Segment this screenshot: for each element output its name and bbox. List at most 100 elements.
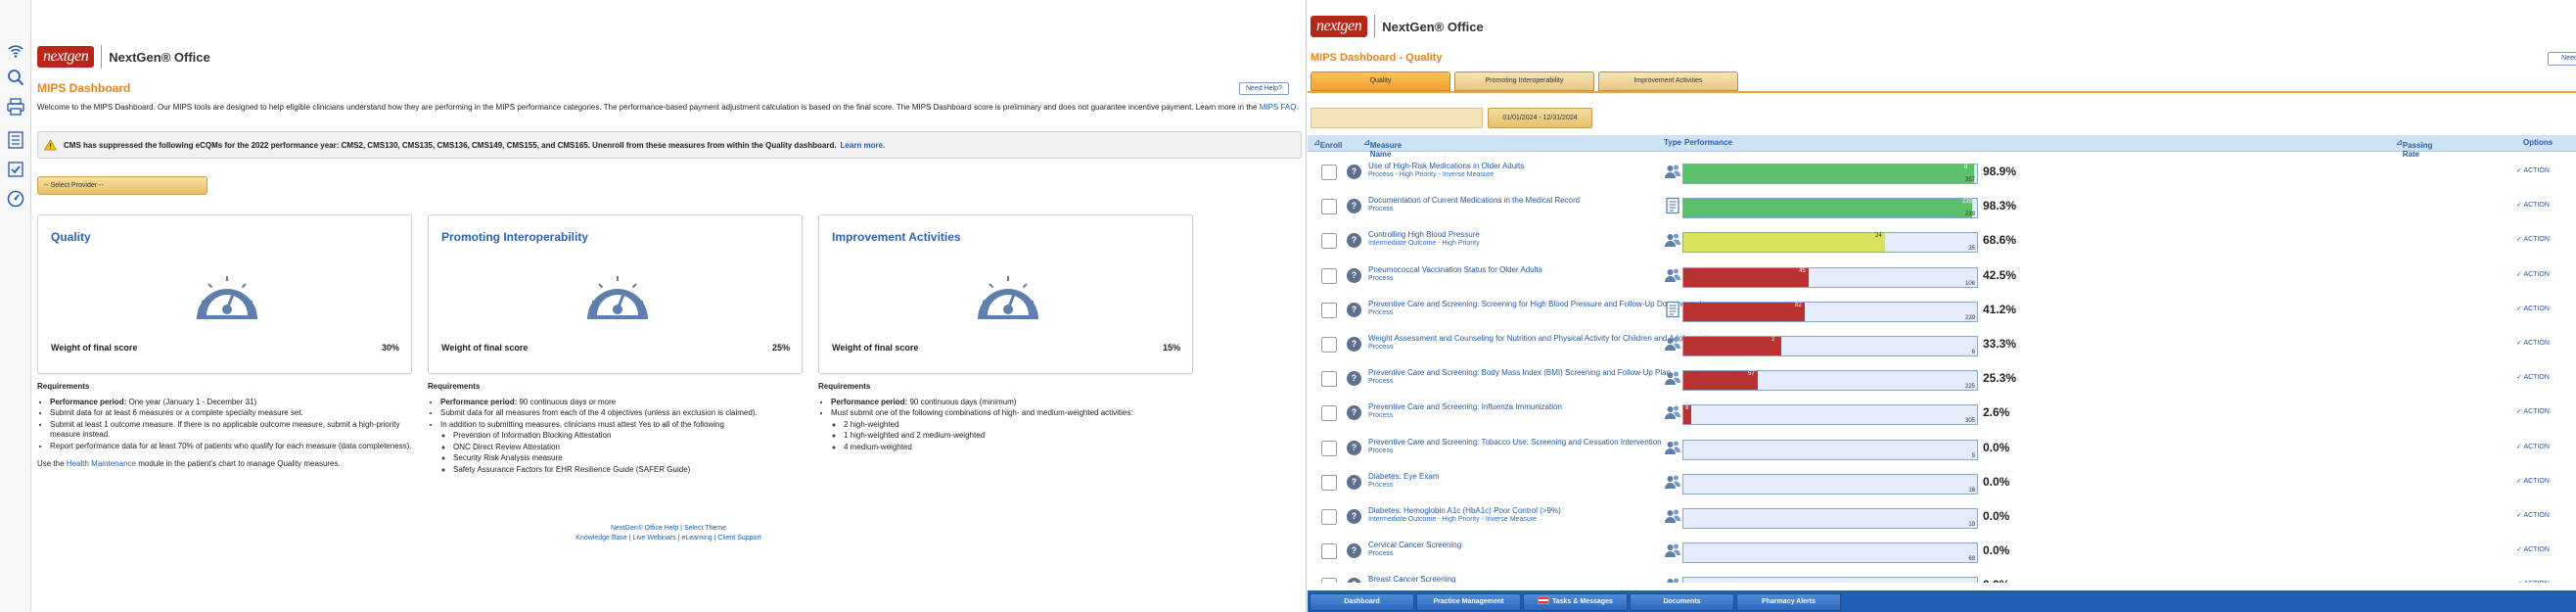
action-menu[interactable]: ✓ ACTION — [2516, 407, 2550, 415]
action-menu[interactable]: ✓ ACTION — [2516, 511, 2550, 519]
knowledge-base-link[interactable]: Knowledge Base — [575, 535, 627, 541]
wireless-icon[interactable] — [5, 39, 26, 61]
measure-name-link[interactable]: Diabetes: Hemoglobin A1c (HbA1c) Poor Co… — [1368, 506, 1561, 515]
action-menu[interactable]: ✓ ACTION — [2516, 580, 2550, 583]
enroll-checkbox[interactable] — [1321, 337, 1337, 353]
tab-improvement-activities[interactable]: Improvement Activities — [1598, 71, 1738, 91]
help-circle-icon[interactable]: ? — [1347, 371, 1361, 387]
measure-name-link[interactable]: Documentation of Current Medications in … — [1368, 196, 1580, 205]
warning-icon — [44, 139, 57, 151]
type-header[interactable]: Type — [1664, 138, 1681, 147]
help-circle-icon[interactable]: ? — [1347, 474, 1361, 490]
learn-more-link[interactable]: Learn more. — [841, 141, 886, 150]
health-maintenance-link[interactable]: Health Maintenance — [67, 459, 136, 468]
action-menu[interactable]: ✓ ACTION — [2516, 270, 2550, 278]
action-menu[interactable]: ✓ ACTION — [2516, 339, 2550, 347]
measure-name-link[interactable]: Cervical Cancer Screening — [1368, 541, 1461, 549]
action-menu[interactable]: ✓ ACTION — [2516, 373, 2550, 381]
checklist-icon[interactable] — [5, 159, 26, 180]
measure-name-link[interactable]: Preventive Care and Screening: Tobacco U… — [1368, 438, 1662, 447]
enroll-checkbox[interactable] — [1321, 199, 1337, 215]
speedometer-icon[interactable] — [5, 188, 26, 210]
help-circle-icon[interactable]: ? — [1347, 543, 1361, 559]
enroll-checkbox[interactable] — [1321, 302, 1337, 318]
live-webinars-link[interactable]: Live Webinars — [633, 535, 676, 541]
provider-select[interactable]: -- Select Provider -- — [37, 176, 207, 195]
measure-name-link[interactable]: Controlling High Blood Pressure — [1368, 230, 1480, 239]
taskbar-tasks-messages[interactable]: Tasks & Messages — [1523, 593, 1628, 611]
office-help-link[interactable]: NextGen® Office Help — [611, 525, 678, 532]
help-circle-icon[interactable]: ? — [1347, 405, 1361, 421]
taskbar-documents[interactable]: Documents — [1630, 593, 1734, 611]
card-promoting-interoperability[interactable]: Promoting Interoperability Weight of fina… — [428, 214, 803, 374]
passing-rate-value: 0.0% — [1983, 578, 2009, 583]
measure-name-link[interactable]: Weight Assessment and Counseling for Nut… — [1368, 334, 1712, 343]
mips-faq-link[interactable]: MIPS FAQ. — [1260, 103, 1299, 112]
help-circle-icon[interactable]: ? — [1347, 199, 1361, 214]
enroll-checkbox[interactable] — [1321, 474, 1337, 491]
taskbar-dashboard[interactable]: Dashboard — [1310, 593, 1414, 611]
client-support-link[interactable]: Client Support — [717, 535, 760, 541]
action-menu[interactable]: ✓ ACTION — [2516, 477, 2550, 485]
help-circle-icon[interactable]: ? — [1347, 440, 1361, 455]
filter-field[interactable] — [1311, 108, 1483, 128]
measure-name-link[interactable]: Breast Cancer Screening — [1368, 575, 1455, 583]
need-help-button[interactable]: Need Help? — [1239, 82, 1289, 95]
measure-name-link[interactable]: Preventive Care and Screening: Influenza… — [1368, 402, 1562, 411]
enroll-checkbox[interactable] — [1321, 509, 1337, 525]
help-circle-icon[interactable]: ? — [1347, 165, 1361, 179]
passing-rate-value: 98.3% — [1983, 199, 2017, 213]
measure-name-link[interactable]: Preventive Care and Screening: Screening… — [1368, 300, 1701, 308]
brand-divider-right — [1374, 15, 1376, 38]
print-icon[interactable] — [5, 96, 26, 118]
enroll-checkbox[interactable] — [1321, 405, 1337, 422]
action-menu[interactable]: ✓ ACTION — [2516, 166, 2550, 174]
card-title[interactable]: Promoting Interoperability — [441, 230, 588, 244]
action-menu[interactable]: ✓ ACTION — [2516, 235, 2550, 243]
performance-header[interactable]: Performance — [1684, 138, 1732, 147]
action-menu[interactable]: ✓ ACTION — [2516, 443, 2550, 450]
help-circle-icon[interactable]: ? — [1347, 337, 1361, 352]
date-range-button[interactable]: 01/01/2024 - 12/31/2024 — [1488, 108, 1592, 128]
passing-rate-header[interactable]: ⊿ Passing Rate — [2396, 138, 2432, 159]
action-menu[interactable]: ✓ ACTION — [2516, 305, 2550, 312]
numerator-label: 2 — [1771, 337, 1775, 343]
need-help-button-right[interactable]: Need — [2548, 52, 2576, 66]
enroll-checkbox[interactable] — [1321, 371, 1337, 388]
welcome-body: Welcome to the MIPS Dashboard. Our MIPS … — [37, 103, 1258, 112]
action-menu[interactable]: ✓ ACTION — [2516, 545, 2550, 553]
enroll-checkbox[interactable] — [1321, 578, 1337, 583]
measure-name-link[interactable]: Preventive Care and Screening: Body Mass… — [1368, 368, 1671, 377]
select-theme-link[interactable]: Select Theme — [684, 525, 726, 532]
enroll-checkbox[interactable] — [1321, 233, 1337, 250]
card-quality[interactable]: Quality Weight of final score 30% — [37, 214, 412, 374]
help-circle-icon[interactable]: ? — [1347, 302, 1361, 317]
help-circle-icon[interactable]: ? — [1347, 233, 1361, 249]
card-title[interactable]: Improvement Activities — [832, 230, 961, 244]
help-circle-icon[interactable]: ? — [1347, 509, 1361, 524]
elearning-link[interactable]: eLearning — [682, 535, 713, 541]
card-improvement-activities[interactable]: Improvement Activities Weight of final sc… — [818, 214, 1193, 374]
action-menu[interactable]: ✓ ACTION — [2516, 201, 2550, 209]
enroll-checkbox[interactable] — [1321, 267, 1337, 284]
measure-name-link[interactable]: Diabetes: Eye Exam — [1368, 472, 1439, 481]
help-circle-icon[interactable]: ? — [1347, 267, 1361, 283]
measure-name-header[interactable]: ⊿ Measure Name — [1363, 138, 1402, 159]
measure-subtitle: Process — [1368, 447, 1394, 454]
enroll-checkbox[interactable] — [1321, 440, 1337, 456]
enroll-checkbox[interactable] — [1321, 165, 1337, 180]
measure-name-link[interactable]: Use of High-Risk Medications in Older Ad… — [1368, 162, 1524, 170]
tab-quality[interactable]: Quality — [1311, 71, 1450, 91]
measure-name-link[interactable]: Pneumococcal Vaccination Status for Olde… — [1368, 265, 1542, 274]
requirements-heading: Requirements — [818, 382, 871, 391]
enroll-header[interactable]: ⊿ Enroll — [1313, 138, 1342, 150]
taskbar-practice-management[interactable]: Practice Management — [1416, 593, 1521, 611]
enroll-checkbox[interactable] — [1321, 543, 1337, 560]
tab-promoting-interoperability[interactable]: Promoting Interoperability — [1454, 71, 1594, 91]
taskbar-pharmacy-alerts[interactable]: Pharmacy Alerts — [1736, 593, 1841, 611]
search-icon[interactable] — [5, 67, 26, 88]
list-icon[interactable] — [5, 129, 26, 151]
help-circle-icon[interactable]: ? — [1347, 578, 1361, 583]
check-icon: ✓ — [2516, 270, 2522, 278]
card-title[interactable]: Quality — [51, 230, 91, 244]
